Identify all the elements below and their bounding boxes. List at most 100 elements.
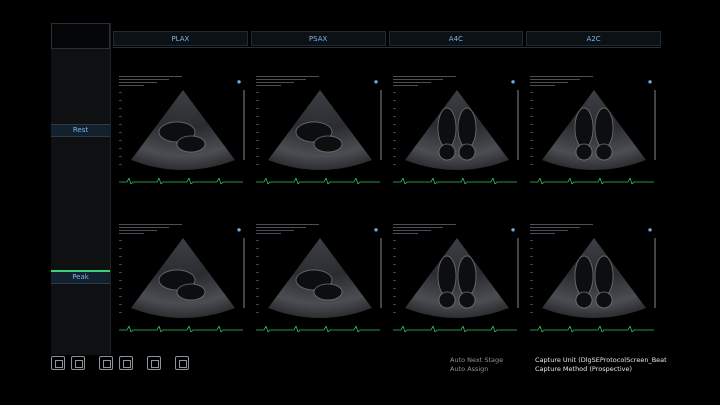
- review-icon[interactable]: [147, 356, 161, 370]
- gray-bar: [380, 238, 382, 308]
- orientation-marker: ●: [374, 228, 378, 233]
- clip-info-text: [256, 74, 326, 88]
- gray-bar: [654, 238, 656, 308]
- depth-scale: [530, 92, 533, 172]
- chamber-shape: [575, 143, 593, 161]
- chamber-shape: [574, 107, 594, 149]
- chamber-shape: [458, 291, 476, 309]
- ecg-trace: [393, 326, 517, 332]
- chamber-shape: [438, 291, 456, 309]
- auto-options: Auto Next Stage Auto Assign: [450, 356, 503, 374]
- depth-scale: [256, 92, 259, 172]
- clip-info-text: [119, 74, 189, 88]
- expand-icon[interactable]: [119, 356, 133, 370]
- chamber-shape: [594, 255, 614, 297]
- chamber-shape: [437, 255, 457, 297]
- ecg-trace: [530, 326, 654, 332]
- gray-bar: [243, 238, 245, 308]
- ultrasound-sector: [405, 238, 509, 318]
- clip-info-text: [256, 222, 326, 236]
- chamber-shape: [457, 255, 477, 297]
- auto-assign[interactable]: Auto Assign: [450, 365, 503, 374]
- tab-psax[interactable]: PSAX: [250, 31, 386, 46]
- stage-label-rest[interactable]: Rest: [51, 124, 110, 137]
- clip-info-text: [393, 74, 463, 88]
- ecg-trace: [256, 178, 380, 184]
- ecg-trace: [119, 326, 243, 332]
- gray-bar: [380, 90, 382, 160]
- clip-info-text: [119, 222, 189, 236]
- stage-column: [51, 23, 111, 355]
- clip-thumbnail[interactable]: ●: [250, 220, 386, 338]
- depth-scale: [119, 240, 122, 320]
- sector-fan: [405, 238, 509, 318]
- depth-scale: [119, 92, 122, 172]
- clip-thumbnail[interactable]: ●: [387, 220, 523, 338]
- sector-fan: [542, 238, 646, 318]
- depth-scale: [256, 240, 259, 320]
- chamber-shape: [313, 135, 343, 153]
- stage-corner: [51, 23, 110, 49]
- chamber-shape: [438, 143, 456, 161]
- orientation-marker: ●: [374, 80, 378, 85]
- depth-scale: [393, 240, 396, 320]
- clip-thumbnail[interactable]: ●: [524, 220, 660, 338]
- capture-info: Capture Unit (DlgSEProtocolScreen_Beat C…: [535, 356, 667, 374]
- ultrasound-sector: [405, 90, 509, 170]
- orientation-marker: ●: [511, 80, 515, 85]
- protocol-icon[interactable]: [175, 356, 189, 370]
- ultrasound-sector: [131, 238, 235, 318]
- tab-plax[interactable]: PLAX: [113, 31, 248, 46]
- clip-thumbnail[interactable]: ●: [113, 220, 249, 338]
- chamber-shape: [458, 143, 476, 161]
- chamber-shape: [575, 291, 593, 309]
- clip-info-text: [393, 222, 463, 236]
- ultrasound-sector: [542, 90, 646, 170]
- sector-fan: [542, 90, 646, 170]
- clip-thumbnail[interactable]: ●: [250, 72, 386, 190]
- layout-grid-icon[interactable]: [99, 356, 113, 370]
- gray-bar: [654, 90, 656, 160]
- chamber-shape: [176, 283, 206, 301]
- orientation-marker: ●: [648, 80, 652, 85]
- orientation-marker: ●: [511, 228, 515, 233]
- toolbar: [51, 356, 189, 370]
- gray-bar: [243, 90, 245, 160]
- ecg-trace: [393, 178, 517, 184]
- stage-label-peak[interactable]: Peak: [51, 270, 110, 284]
- tab-divider: [113, 47, 661, 48]
- orientation-marker: ●: [648, 228, 652, 233]
- chamber-shape: [595, 143, 613, 161]
- tab-a4c[interactable]: A4C: [388, 31, 524, 46]
- ecg-trace: [530, 178, 654, 184]
- ultrasound-sector: [268, 90, 372, 170]
- ecg-trace: [119, 178, 243, 184]
- gray-bar: [517, 238, 519, 308]
- image-grid: ● ● ● ● ● ● ● ●: [113, 72, 661, 338]
- orientation-marker: ●: [237, 80, 241, 85]
- tab-a2c[interactable]: A2C: [526, 31, 661, 46]
- select-icon[interactable]: [51, 356, 65, 370]
- ultrasound-sector: [542, 238, 646, 318]
- depth-scale: [530, 240, 533, 320]
- view-tabs: PLAX PSAX A4C A2C: [113, 31, 661, 46]
- gray-bar: [517, 90, 519, 160]
- clip-thumbnail[interactable]: ●: [113, 72, 249, 190]
- assign-icon[interactable]: [71, 356, 85, 370]
- chamber-shape: [313, 283, 343, 301]
- chamber-shape: [176, 135, 206, 153]
- ultrasound-sector: [131, 90, 235, 170]
- orientation-marker: ●: [237, 228, 241, 233]
- clip-info-text: [530, 74, 600, 88]
- auto-next-stage[interactable]: Auto Next Stage: [450, 356, 503, 365]
- capture-method: Capture Method (Prospective): [535, 365, 633, 373]
- clip-thumbnail[interactable]: ●: [524, 72, 660, 190]
- clip-info-text: [530, 222, 600, 236]
- sector-fan: [405, 90, 509, 170]
- chamber-shape: [574, 255, 594, 297]
- chamber-shape: [595, 291, 613, 309]
- capture-unit: Capture Unit (DlgSEProtocolScreen_Beat: [535, 356, 667, 364]
- clip-thumbnail[interactable]: ●: [387, 72, 523, 190]
- chamber-shape: [437, 107, 457, 149]
- depth-scale: [393, 92, 396, 172]
